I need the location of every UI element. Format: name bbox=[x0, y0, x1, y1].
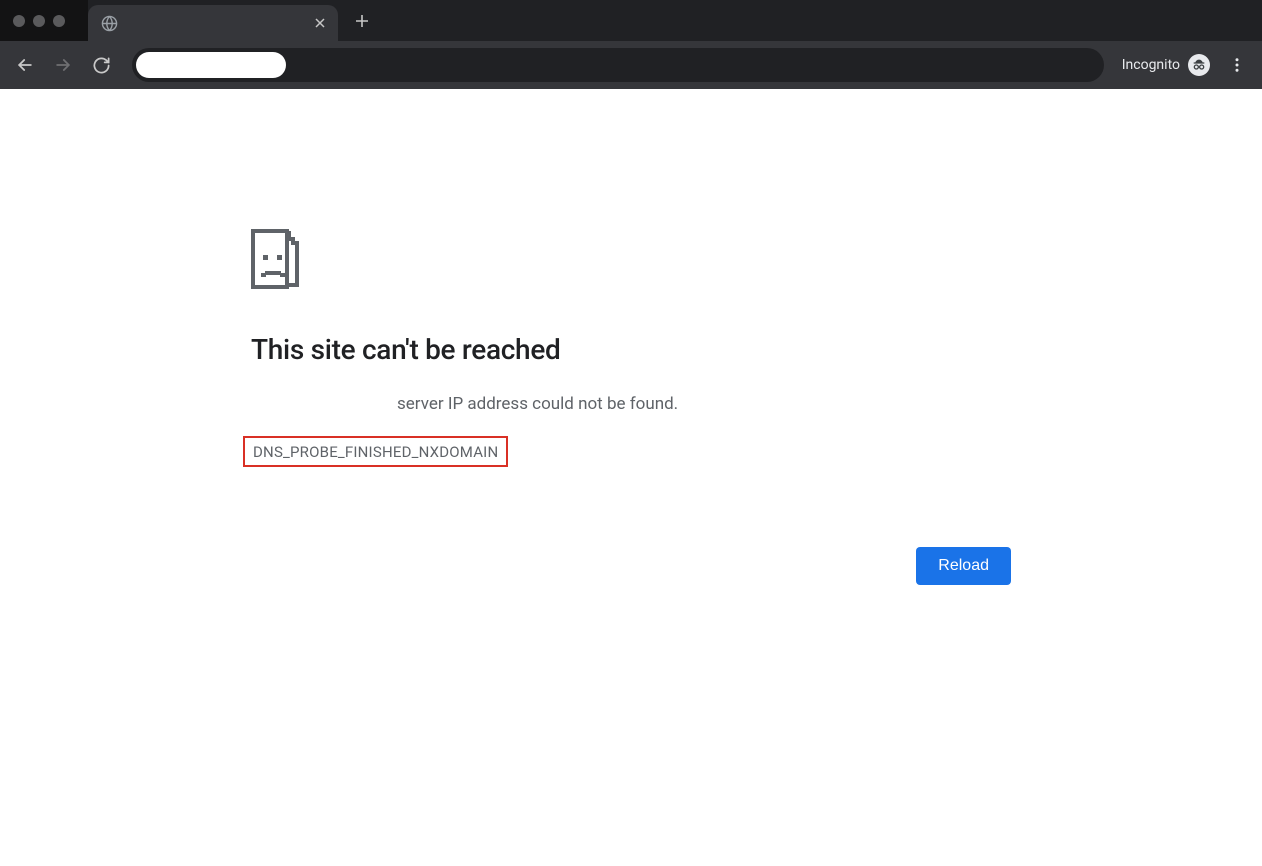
toolbar: Incognito bbox=[0, 41, 1262, 89]
forward-button[interactable] bbox=[46, 48, 80, 82]
globe-icon bbox=[100, 14, 118, 32]
titlebar bbox=[0, 0, 1262, 41]
reload-button[interactable]: Reload bbox=[916, 547, 1011, 585]
window-close-dot[interactable] bbox=[13, 15, 25, 27]
error-page: This site can't be reached server IP add… bbox=[251, 89, 1011, 585]
reload-row: Reload bbox=[251, 547, 1011, 585]
window-controls bbox=[0, 0, 88, 41]
error-code-highlight: DNS_PROBE_FINISHED_NXDOMAIN bbox=[243, 436, 508, 467]
error-description: server IP address could not be found. bbox=[251, 394, 1011, 414]
address-bar[interactable] bbox=[132, 48, 1104, 82]
address-input-pill bbox=[136, 52, 286, 78]
window-minimize-dot[interactable] bbox=[33, 15, 45, 27]
error-title: This site can't be reached bbox=[251, 333, 1011, 366]
address-input[interactable] bbox=[136, 52, 286, 78]
sad-page-icon bbox=[251, 229, 1011, 293]
new-tab-button[interactable] bbox=[348, 7, 376, 35]
browser-tab[interactable] bbox=[88, 5, 338, 41]
reload-nav-button[interactable] bbox=[84, 48, 118, 82]
error-code: DNS_PROBE_FINISHED_NXDOMAIN bbox=[253, 443, 498, 461]
back-button[interactable] bbox=[8, 48, 42, 82]
incognito-indicator[interactable]: Incognito bbox=[1116, 54, 1216, 76]
incognito-icon bbox=[1188, 54, 1210, 76]
close-tab-icon[interactable] bbox=[312, 15, 328, 31]
browser-menu-button[interactable] bbox=[1220, 48, 1254, 82]
incognito-label: Incognito bbox=[1122, 57, 1180, 73]
window-maximize-dot[interactable] bbox=[53, 15, 65, 27]
